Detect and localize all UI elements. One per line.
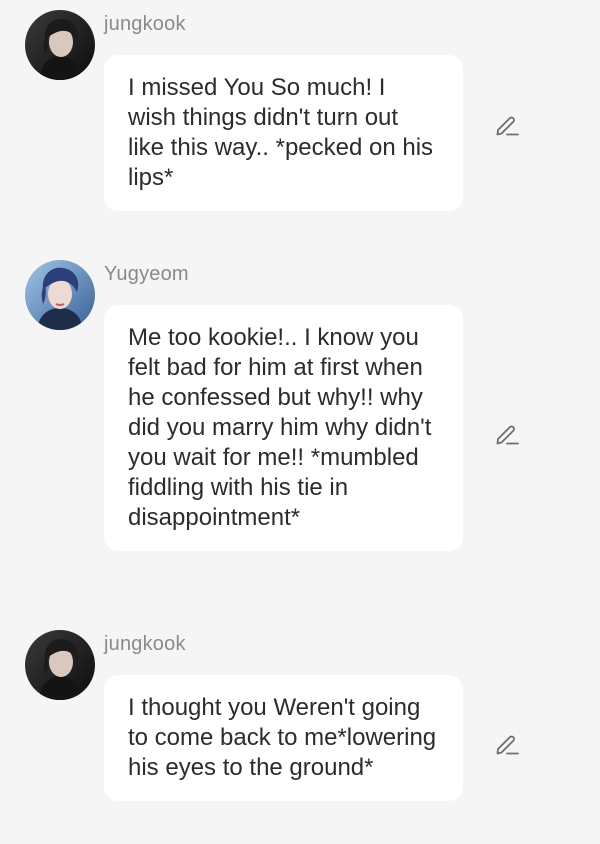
message-bubble: Me too kookie!.. I know you felt bad for… [104, 305, 463, 551]
message-bubble: I thought you Weren't going to come back… [104, 675, 463, 801]
blue-haired-avatar-icon [25, 260, 95, 330]
message-author: Yugyeom [104, 263, 189, 285]
avatar-yugyeom[interactable] [25, 260, 95, 330]
pencil-edit-icon [496, 425, 519, 445]
message-author: jungkook [104, 13, 186, 35]
dark-haired-avatar-icon [25, 10, 95, 80]
pencil-edit-icon [496, 116, 519, 136]
chat-thread: jungkook I missed You So much! I wish th… [0, 0, 600, 844]
avatar-jungkook[interactable] [25, 630, 95, 700]
avatar-jungkook[interactable] [25, 10, 95, 80]
message-bubble: I missed You So much! I wish things didn… [104, 55, 463, 211]
edit-message-button[interactable] [494, 731, 520, 757]
pencil-edit-icon [496, 735, 519, 755]
edit-message-button[interactable] [494, 421, 520, 447]
dark-haired-avatar-icon [25, 630, 95, 700]
message-author: jungkook [104, 633, 186, 655]
edit-message-button[interactable] [494, 112, 520, 138]
